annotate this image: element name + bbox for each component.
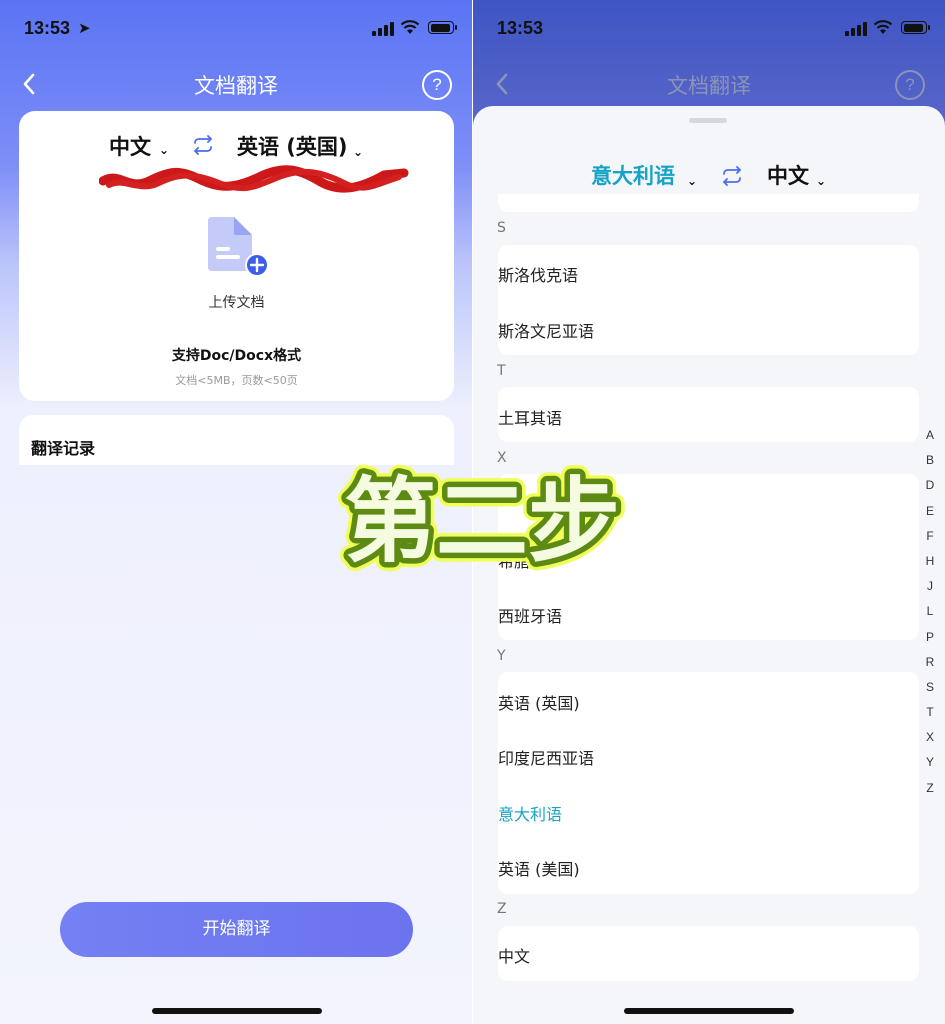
upload-label[interactable]: 上传文档: [19, 292, 454, 312]
list-item[interactable]: 土耳其语: [498, 405, 562, 429]
language-list: S 斯洛伐克语 斯洛文尼亚语 T 土耳其语 X 希腊语 西班牙语 Y 英语 (英…: [473, 194, 945, 1024]
list-item-selected[interactable]: 意大利语: [498, 801, 562, 825]
chevron-down-icon[interactable]: ⌄: [687, 174, 697, 188]
signal-icon: [372, 22, 394, 36]
index-letter[interactable]: P: [923, 630, 937, 655]
step-overlay-fill: 第二步: [344, 468, 620, 575]
index-letter[interactable]: L: [923, 604, 937, 629]
list-item[interactable]: 印度尼西亚语: [498, 745, 594, 769]
redaction-scribble: [99, 165, 409, 193]
location-icon: ➤: [78, 19, 91, 37]
index-letter[interactable]: J: [923, 579, 937, 604]
section-header-t: T: [497, 363, 506, 379]
start-translate-button[interactable]: 开始翻译: [60, 902, 413, 957]
list-item[interactable]: 斯洛文尼亚语: [498, 318, 594, 342]
target-language[interactable]: 英语 (英国): [237, 131, 348, 161]
upload-document-icon[interactable]: [204, 215, 270, 279]
history-title: 翻译记录: [31, 439, 96, 458]
section-header-y: Y: [497, 648, 506, 664]
list-group: [498, 194, 919, 212]
language-selector: 中文 ⌄ 英语 (英国) ⌄: [19, 129, 454, 163]
index-letter[interactable]: B: [923, 453, 937, 478]
list-item[interactable]: 英语 (美国): [498, 856, 580, 880]
chevron-down-icon[interactable]: ⌄: [816, 174, 826, 188]
sheet-grabber[interactable]: [689, 118, 727, 123]
list-item[interactable]: 西班牙语: [498, 603, 562, 627]
index-letter[interactable]: Z: [923, 781, 937, 806]
list-item[interactable]: 英语 (英国): [498, 690, 580, 714]
signal-icon: [845, 22, 867, 36]
nav-bar: 文档翻译 ?: [0, 62, 472, 106]
home-indicator[interactable]: [152, 1008, 322, 1014]
wifi-icon: [400, 20, 420, 34]
index-letter[interactable]: E: [923, 504, 937, 529]
wifi-icon: [873, 20, 893, 34]
section-header-z: Z: [497, 901, 507, 917]
upload-card: 中文 ⌄ 英语 (英国) ⌄ 上传文档 支持Doc/Docx格式 文档<5MB，…: [19, 111, 454, 401]
index-letter[interactable]: T: [923, 705, 937, 730]
index-letter[interactable]: A: [923, 428, 937, 453]
step-overlay-text: 第二步 第二步 第二步: [335, 459, 629, 584]
status-bar: 13:53 ➤: [0, 16, 472, 44]
page-title: 文档翻译: [194, 74, 278, 98]
index-letter[interactable]: S: [923, 680, 937, 705]
help-icon[interactable]: ?: [895, 70, 925, 100]
status-time: 13:53: [24, 18, 71, 38]
index-letter[interactable]: H: [923, 554, 937, 579]
section-header-s: S: [497, 220, 506, 236]
nav-bar: 文档翻译 ?: [473, 62, 945, 106]
source-language[interactable]: 意大利语: [591, 160, 675, 190]
alphabet-index[interactable]: ABDEFHJLPRSTXYZ: [923, 428, 937, 806]
chevron-down-icon[interactable]: ⌄: [353, 145, 363, 159]
file-limits-text: 文档<5MB，页数<50页: [175, 374, 298, 387]
swap-icon[interactable]: [191, 135, 215, 155]
language-selector: 意大利语 ⌄ 中文 ⌄: [473, 158, 945, 194]
status-bar: 13:53: [473, 16, 945, 44]
index-letter[interactable]: F: [923, 529, 937, 554]
list-item[interactable]: 斯洛伐克语: [498, 262, 578, 286]
source-language[interactable]: 中文: [109, 131, 151, 161]
page-title: 文档翻译: [667, 74, 751, 98]
supported-format-text: 支持Doc/Docx格式: [171, 348, 302, 364]
swap-icon[interactable]: [720, 166, 744, 186]
battery-icon: [901, 21, 930, 34]
battery-icon: [428, 21, 457, 34]
index-letter[interactable]: X: [923, 730, 937, 755]
list-group: [498, 926, 919, 981]
chevron-down-icon[interactable]: ⌄: [159, 143, 169, 157]
status-time: 13:53: [497, 18, 544, 38]
index-letter[interactable]: R: [923, 655, 937, 680]
help-icon[interactable]: ?: [422, 70, 452, 100]
index-letter[interactable]: Y: [923, 755, 937, 780]
target-language[interactable]: 中文: [767, 160, 809, 190]
list-item[interactable]: 中文: [498, 943, 530, 967]
home-indicator[interactable]: [624, 1008, 794, 1014]
index-letter[interactable]: D: [923, 478, 937, 503]
